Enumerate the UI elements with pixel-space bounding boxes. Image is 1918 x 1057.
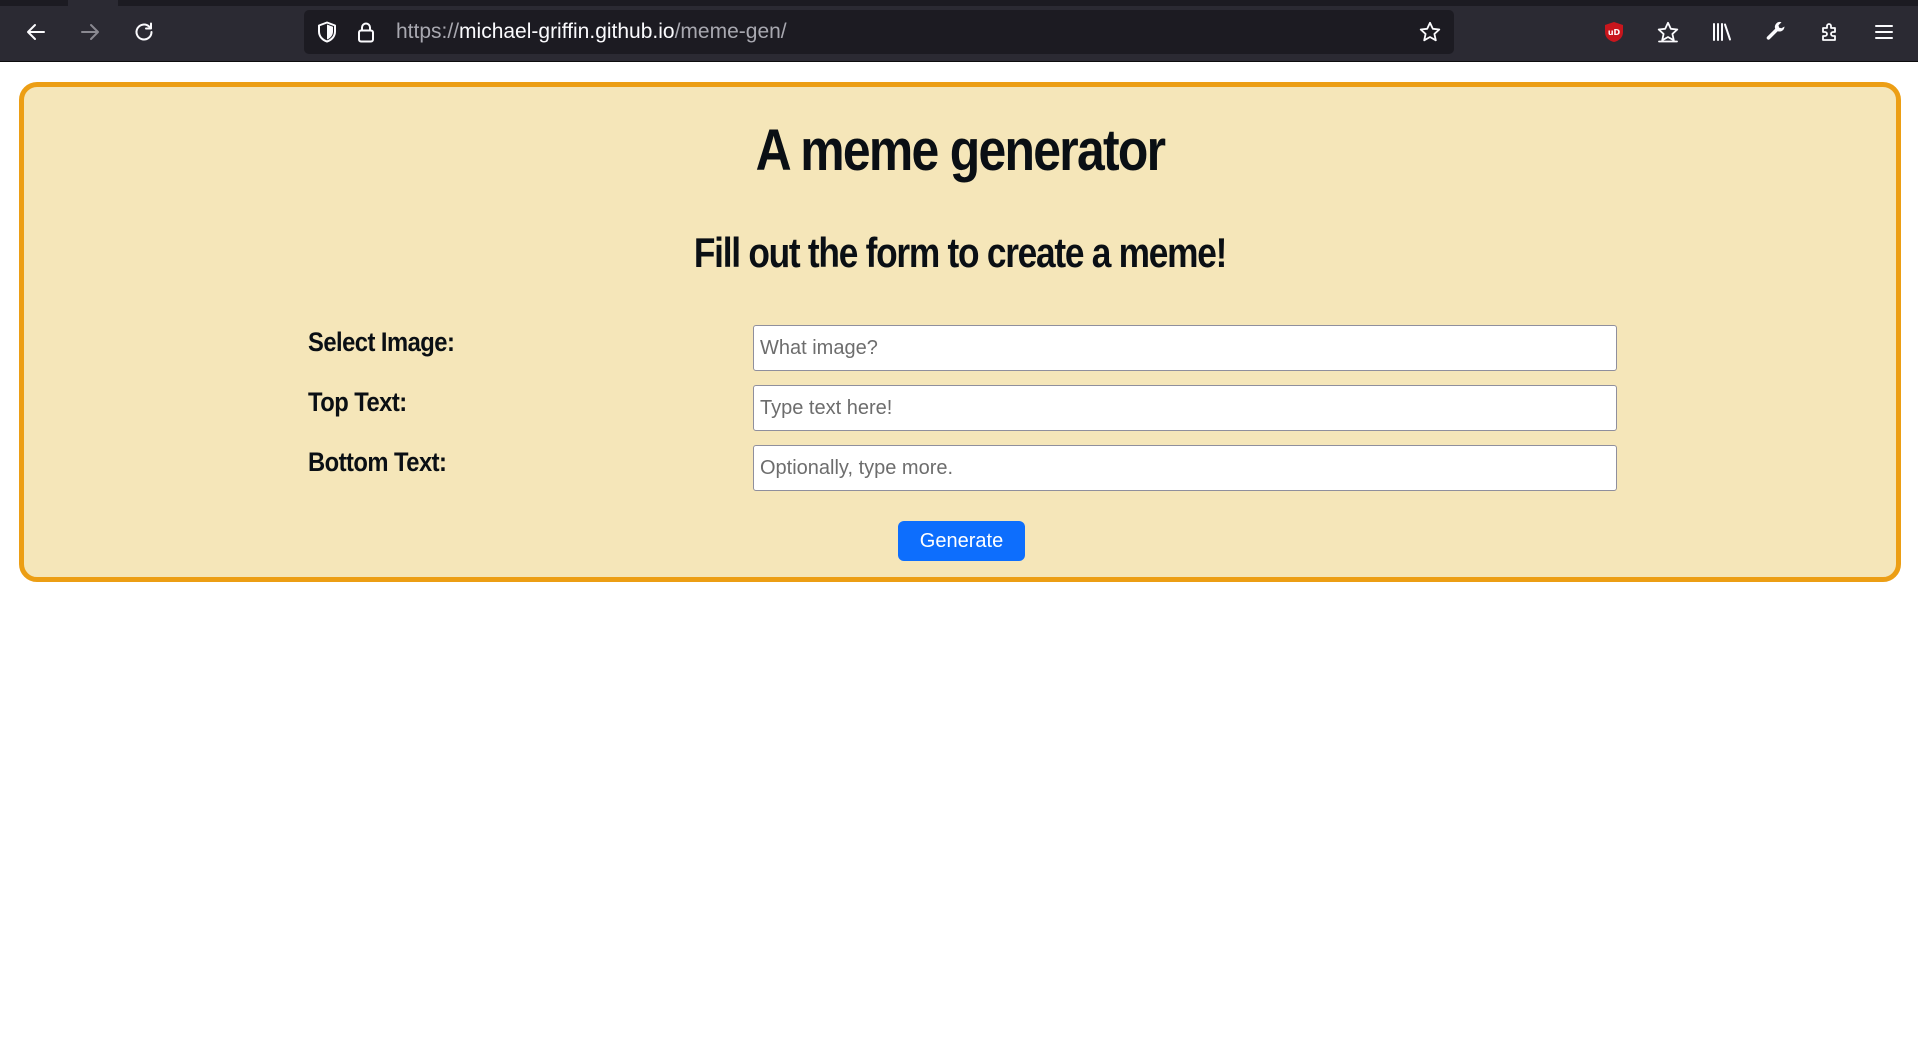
- url-scheme: https://: [396, 20, 460, 43]
- shield-icon[interactable]: [315, 20, 339, 44]
- ublock-origin-icon[interactable]: uD: [1596, 14, 1632, 50]
- generate-button[interactable]: Generate: [898, 521, 1025, 561]
- image-input[interactable]: [753, 325, 1617, 371]
- forward-arrow-icon[interactable]: [72, 14, 108, 50]
- top-text-row: Top Text:: [24, 385, 1896, 431]
- page-subtitle: Fill out the form to create a meme!: [693, 229, 1228, 276]
- bookmarks-star-icon[interactable]: [1650, 14, 1686, 50]
- reload-icon[interactable]: [126, 14, 162, 50]
- url-path: /meme-gen/: [674, 20, 787, 43]
- lock-icon[interactable]: [354, 20, 378, 44]
- url-bar[interactable]: https://michael-griffin.github.io/meme-g…: [304, 10, 1454, 54]
- image-row: Select Image:: [24, 325, 1896, 371]
- bottom-text-input[interactable]: [753, 445, 1617, 491]
- active-tab-indicator: [68, 0, 118, 6]
- puzzle-icon[interactable]: [1812, 14, 1848, 50]
- bottom-text-row: Bottom Text:: [24, 445, 1896, 491]
- hamburger-menu-icon[interactable]: [1866, 14, 1902, 50]
- page-title: A meme generator: [755, 118, 1166, 183]
- select-image-label: Select Image:: [308, 327, 455, 357]
- wrench-icon[interactable]: [1758, 14, 1794, 50]
- svg-text:uD: uD: [1608, 28, 1621, 37]
- star-icon[interactable]: [1418, 20, 1442, 44]
- bottom-text-label: Bottom Text:: [308, 447, 447, 477]
- url-host: michael-griffin.github.io: [459, 20, 675, 43]
- meme-form-card: A meme generator Fill out the form to cr…: [19, 82, 1901, 582]
- tabstrip: [0, 0, 1918, 6]
- library-icon[interactable]: [1704, 14, 1740, 50]
- back-arrow-icon[interactable]: [18, 14, 54, 50]
- page-content: A meme generator Fill out the form to cr…: [0, 62, 1918, 1057]
- browser-toolbar: https://michael-griffin.github.io/meme-g…: [0, 0, 1918, 62]
- top-text-label: Top Text:: [308, 387, 407, 417]
- top-text-input[interactable]: [753, 385, 1617, 431]
- url-text[interactable]: https://michael-griffin.github.io/meme-g…: [396, 10, 787, 54]
